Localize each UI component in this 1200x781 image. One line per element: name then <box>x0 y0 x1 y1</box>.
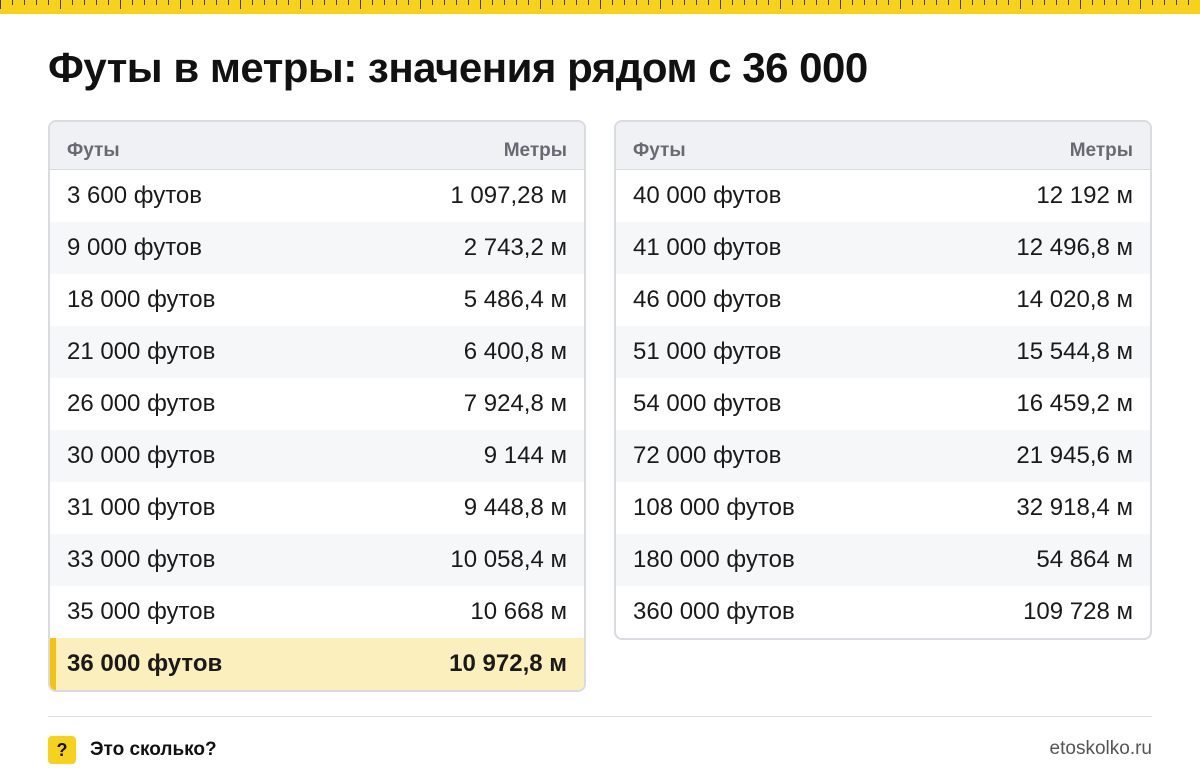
cell-feet: 54 000 футов <box>633 390 782 417</box>
cell-feet: 46 000 футов <box>633 286 782 313</box>
cell-feet: 36 000 футов <box>67 650 223 677</box>
cell-meters: 9 448,8 м <box>463 494 567 521</box>
table-row: 33 000 футов 10 058,4 м <box>50 534 584 586</box>
question-icon: ? <box>48 736 76 764</box>
cell-meters: 10 972,8 м <box>449 650 567 677</box>
table-row: 3 600 футов 1 097,28 м <box>50 170 584 222</box>
cell-meters: 5 486,4 м <box>463 286 567 313</box>
table-row: 108 000 футов 32 918,4 м <box>616 482 1150 534</box>
table-row: 40 000 футов 12 192 м <box>616 170 1150 222</box>
cell-meters: 10 668 м <box>470 598 567 625</box>
table-row: 30 000 футов 9 144 м <box>50 430 584 482</box>
cell-meters: 12 496,8 м <box>1016 234 1133 261</box>
table-row: 72 000 футов 21 945,6 м <box>616 430 1150 482</box>
table-row: 31 000 футов 9 448,8 м <box>50 482 584 534</box>
cell-meters: 2 743,2 м <box>463 234 567 261</box>
table-row: 9 000 футов 2 743,2 м <box>50 222 584 274</box>
cell-meters: 6 400,8 м <box>463 338 567 365</box>
table-row: 46 000 футов 14 020,8 м <box>616 274 1150 326</box>
table-row: 51 000 футов 15 544,8 м <box>616 326 1150 378</box>
cell-meters: 10 058,4 м <box>450 546 567 573</box>
table-row: 41 000 футов 12 496,8 м <box>616 222 1150 274</box>
column-header-feet: Футы <box>67 140 120 161</box>
cell-feet: 30 000 футов <box>67 442 216 469</box>
footer-brand: ? Это сколько? <box>48 736 217 764</box>
table-body: 40 000 футов 12 192 м 41 000 футов 12 496,8… <box>616 170 1150 638</box>
column-header-meters: Метры <box>503 140 567 161</box>
cell-meters: 54 864 м <box>1036 546 1133 573</box>
cell-feet: 33 000 футов <box>67 546 216 573</box>
table-header: Футы Метры <box>616 122 1150 170</box>
conversion-table-left: Футы Метры 3 600 футов 1 097,28 м 9 000 фу… <box>48 120 586 692</box>
cell-meters: 15 544,8 м <box>1016 338 1133 365</box>
cell-meters: 16 459,2 м <box>1016 390 1133 417</box>
cell-feet: 360 000 футов <box>633 598 795 625</box>
table-row: 35 000 футов 10 668 м <box>50 586 584 638</box>
cell-meters: 14 020,8 м <box>1016 286 1133 313</box>
cell-feet: 108 000 футов <box>633 494 795 521</box>
cell-feet: 35 000 футов <box>67 598 216 625</box>
footer-divider <box>48 716 1152 717</box>
cell-meters: 7 924,8 м <box>463 390 567 417</box>
table-row-highlighted: 36 000 футов 10 972,8 м <box>50 638 584 690</box>
table-row: 26 000 футов 7 924,8 м <box>50 378 584 430</box>
cell-feet: 72 000 футов <box>633 442 782 469</box>
cell-meters: 21 945,6 м <box>1016 442 1133 469</box>
column-header-feet: Футы <box>633 140 686 161</box>
brand-name: Это сколько? <box>90 739 217 760</box>
cell-feet: 21 000 футов <box>67 338 216 365</box>
page-title: Футы в метры: значения рядом с 36 000 <box>48 44 868 91</box>
cell-feet: 26 000 футов <box>67 390 216 417</box>
ruler-strip <box>0 0 1200 14</box>
cell-feet: 40 000 футов <box>633 182 782 209</box>
table-row: 360 000 футов 109 728 м <box>616 586 1150 638</box>
cell-meters: 9 144 м <box>483 442 567 469</box>
table-row: 21 000 футов 6 400,8 м <box>50 326 584 378</box>
cell-meters: 32 918,4 м <box>1016 494 1133 521</box>
cell-feet: 51 000 футов <box>633 338 782 365</box>
cell-feet: 180 000 футов <box>633 546 795 573</box>
table-header: Футы Метры <box>50 122 584 170</box>
cell-feet: 31 000 футов <box>67 494 216 521</box>
cell-feet: 9 000 футов <box>67 234 203 261</box>
conversion-table-right: Футы Метры 40 000 футов 12 192 м 41 000 фу… <box>614 120 1152 640</box>
cell-feet: 18 000 футов <box>67 286 216 313</box>
table-row: 180 000 футов 54 864 м <box>616 534 1150 586</box>
column-header-meters: Метры <box>1069 140 1133 161</box>
table-row: 54 000 футов 16 459,2 м <box>616 378 1150 430</box>
site-url[interactable]: etoskolko.ru <box>1050 738 1152 760</box>
table-row: 18 000 футов 5 486,4 м <box>50 274 584 326</box>
cell-feet: 3 600 футов <box>67 182 203 209</box>
cell-feet: 41 000 футов <box>633 234 782 261</box>
cell-meters: 1 097,28 м <box>450 182 567 209</box>
cell-meters: 109 728 м <box>1023 598 1133 625</box>
table-body: 3 600 футов 1 097,28 м 9 000 футов 2 743,2 … <box>50 170 584 690</box>
cell-meters: 12 192 м <box>1036 182 1133 209</box>
